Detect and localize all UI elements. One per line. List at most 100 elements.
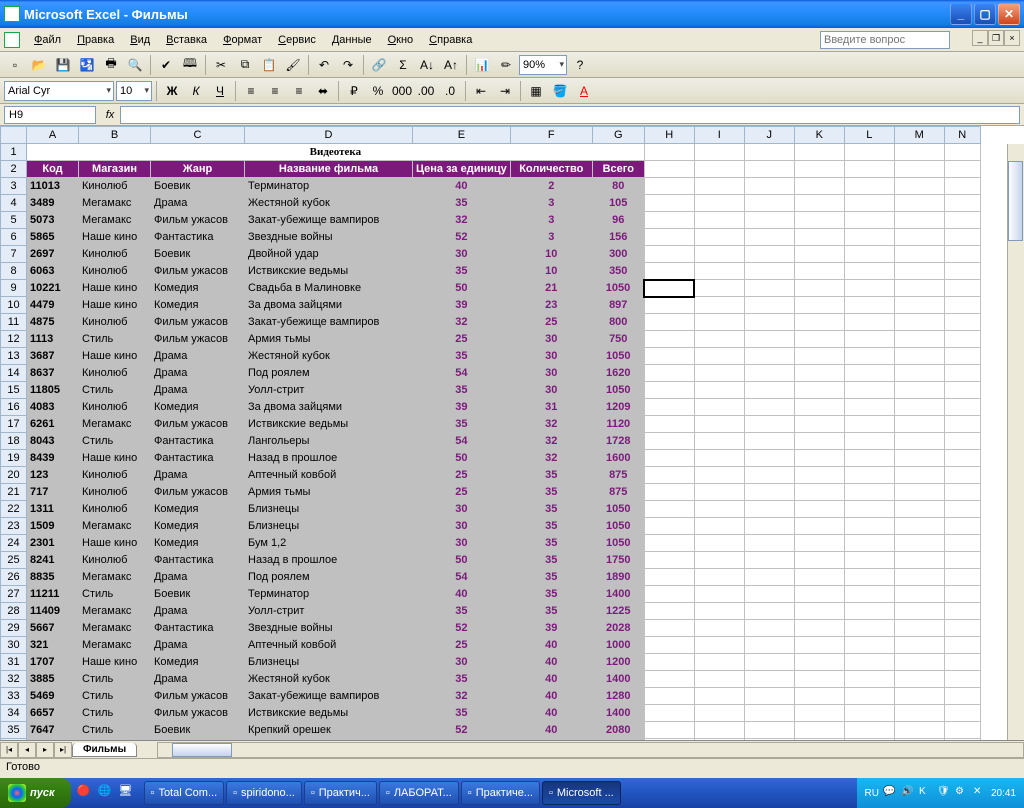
- cell[interactable]: [744, 450, 794, 467]
- cell[interactable]: 30: [413, 501, 511, 518]
- cell[interactable]: 39: [510, 620, 592, 637]
- cell[interactable]: 35: [413, 348, 511, 365]
- cell[interactable]: [944, 739, 980, 741]
- cell[interactable]: 30: [413, 535, 511, 552]
- cell[interactable]: [844, 229, 894, 246]
- cell[interactable]: [894, 722, 944, 739]
- cell[interactable]: [744, 654, 794, 671]
- taskbar-item[interactable]: ▫spiridono...: [226, 781, 302, 805]
- row-header[interactable]: 27: [1, 586, 27, 603]
- cell[interactable]: 0221: [27, 739, 79, 741]
- cell[interactable]: 3: [510, 212, 592, 229]
- cell[interactable]: 123: [27, 467, 79, 484]
- align-center-icon[interactable]: ≡: [264, 80, 286, 102]
- col-header[interactable]: I: [694, 127, 744, 144]
- cell[interactable]: 1311: [27, 501, 79, 518]
- cell[interactable]: 875: [592, 467, 644, 484]
- cell[interactable]: 5469: [27, 688, 79, 705]
- cell[interactable]: 1050: [592, 501, 644, 518]
- name-box[interactable]: H9: [4, 106, 96, 124]
- cell[interactable]: [694, 603, 744, 620]
- cell[interactable]: 40: [510, 739, 592, 741]
- cell[interactable]: 39: [413, 399, 511, 416]
- cell[interactable]: [794, 739, 844, 741]
- open-icon[interactable]: 📂: [28, 54, 50, 76]
- cell[interactable]: [644, 518, 694, 535]
- cell[interactable]: 40: [510, 671, 592, 688]
- row-header[interactable]: 24: [1, 535, 27, 552]
- cell[interactable]: [694, 722, 744, 739]
- cell[interactable]: 105: [592, 195, 644, 212]
- table-header-cell[interactable]: Магазин: [79, 161, 151, 178]
- col-header[interactable]: A: [27, 127, 79, 144]
- cell[interactable]: Фильм ужасов: [151, 705, 245, 722]
- col-header[interactable]: H: [644, 127, 694, 144]
- cell[interactable]: 156: [592, 229, 644, 246]
- cell[interactable]: [894, 603, 944, 620]
- cell[interactable]: [894, 586, 944, 603]
- row-header[interactable]: 36: [1, 739, 27, 741]
- doc-minimize-button[interactable]: _: [972, 30, 988, 46]
- row-header[interactable]: 33: [1, 688, 27, 705]
- cell[interactable]: Стиль: [79, 671, 151, 688]
- cell[interactable]: Мегамакс: [79, 620, 151, 637]
- cell[interactable]: Звездные войны: [245, 229, 413, 246]
- cell[interactable]: [694, 416, 744, 433]
- cell[interactable]: Комедия: [151, 501, 245, 518]
- cell[interactable]: [894, 620, 944, 637]
- cell[interactable]: [894, 331, 944, 348]
- cell[interactable]: [944, 144, 980, 161]
- cell[interactable]: [644, 178, 694, 195]
- cell[interactable]: 25: [413, 467, 511, 484]
- maximize-button[interactable]: ▢: [974, 3, 996, 25]
- doc-close-button[interactable]: ×: [1004, 30, 1020, 46]
- cell[interactable]: [694, 552, 744, 569]
- cell[interactable]: [844, 739, 894, 741]
- row-header[interactable]: 9: [1, 280, 27, 297]
- cell[interactable]: [894, 280, 944, 297]
- cell[interactable]: [894, 416, 944, 433]
- undo-icon[interactable]: ↶: [313, 54, 335, 76]
- cell[interactable]: [794, 331, 844, 348]
- cell[interactable]: [944, 586, 980, 603]
- formula-input[interactable]: [120, 106, 1020, 124]
- cell[interactable]: Мегамакс: [79, 212, 151, 229]
- cell[interactable]: [794, 416, 844, 433]
- cell[interactable]: [894, 518, 944, 535]
- cell[interactable]: [644, 382, 694, 399]
- cell[interactable]: 40: [510, 722, 592, 739]
- row-header[interactable]: 4: [1, 195, 27, 212]
- cell[interactable]: [744, 348, 794, 365]
- cell[interactable]: 54: [413, 433, 511, 450]
- cell[interactable]: 1620: [592, 365, 644, 382]
- cell[interactable]: [944, 399, 980, 416]
- col-header[interactable]: L: [844, 127, 894, 144]
- cell[interactable]: [844, 586, 894, 603]
- cell[interactable]: [694, 263, 744, 280]
- cell[interactable]: Фильм ужасов: [151, 416, 245, 433]
- cell[interactable]: [844, 365, 894, 382]
- taskbar-item[interactable]: ▫Практич...: [304, 781, 377, 805]
- cell[interactable]: Кинолюб: [79, 552, 151, 569]
- col-header[interactable]: C: [151, 127, 245, 144]
- cell[interactable]: Жестяной кубок: [245, 348, 413, 365]
- minimize-button[interactable]: _: [950, 3, 972, 25]
- cell[interactable]: 8439: [27, 450, 79, 467]
- cell[interactable]: [744, 365, 794, 382]
- cell[interactable]: 31: [510, 399, 592, 416]
- cell[interactable]: [744, 467, 794, 484]
- cell[interactable]: 3: [510, 229, 592, 246]
- cell[interactable]: 52: [413, 229, 511, 246]
- table-header-cell[interactable]: Название фильма: [245, 161, 413, 178]
- cell[interactable]: [844, 484, 894, 501]
- cell[interactable]: [944, 212, 980, 229]
- table-header-cell[interactable]: Жанр: [151, 161, 245, 178]
- cell[interactable]: Наше кино: [79, 348, 151, 365]
- cell[interactable]: Кинолюб: [79, 399, 151, 416]
- cell[interactable]: 1050: [592, 280, 644, 297]
- cell[interactable]: [694, 467, 744, 484]
- row-header[interactable]: 1: [1, 144, 27, 161]
- cell[interactable]: 10: [510, 263, 592, 280]
- cell[interactable]: [794, 297, 844, 314]
- cell[interactable]: Назад в прошлое: [245, 450, 413, 467]
